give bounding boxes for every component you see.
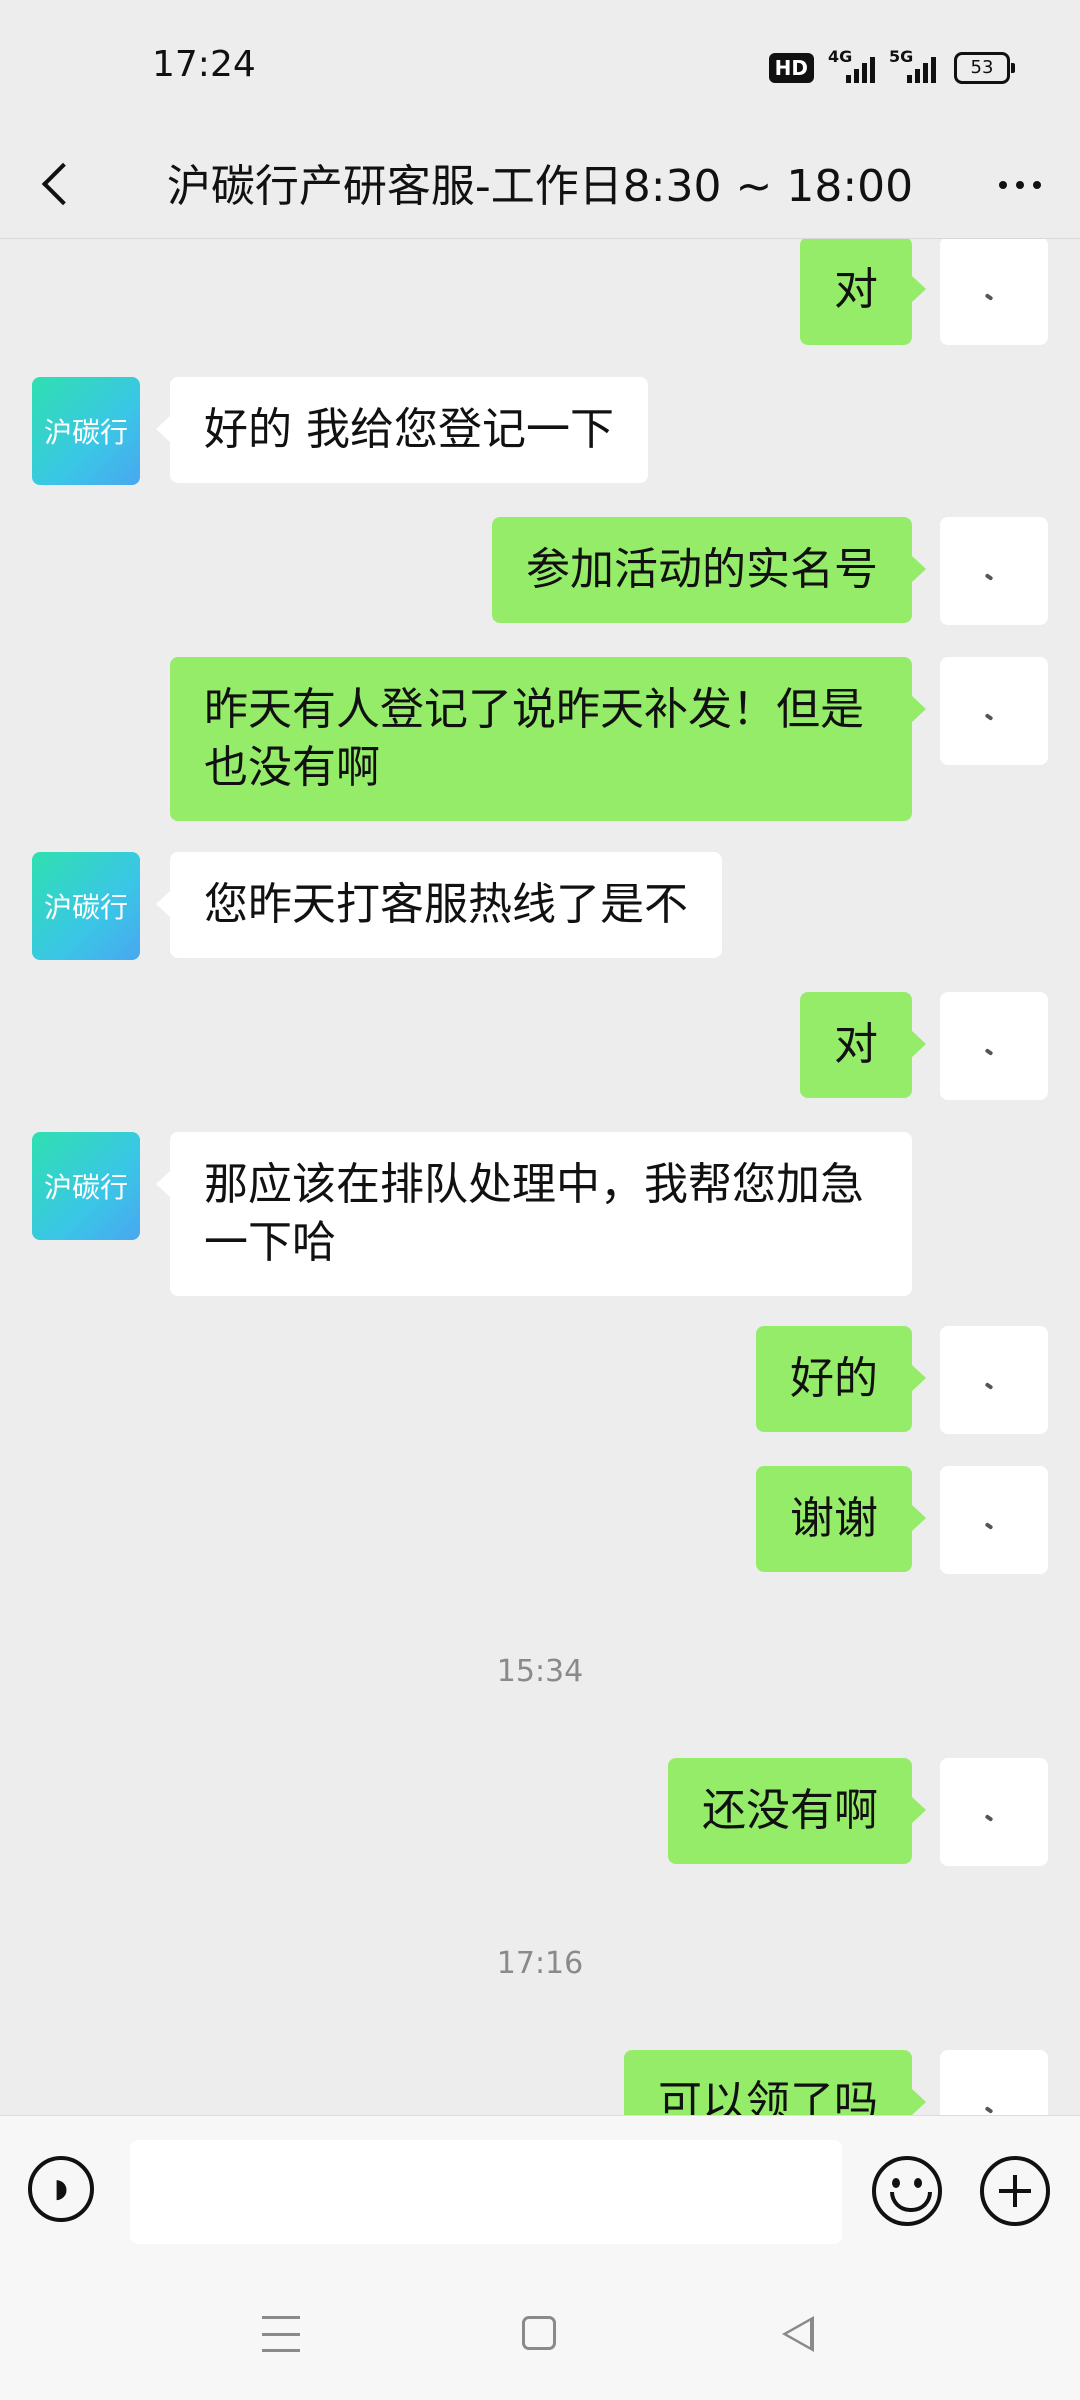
voice-icon[interactable]: ◗ bbox=[28, 2156, 94, 2222]
signal-5g-icon: 5G bbox=[889, 47, 936, 83]
more-dots-icon bbox=[999, 181, 1007, 189]
received-message[interactable]: 好的 我给您登记一下 bbox=[156, 377, 648, 483]
system-nav-bar bbox=[0, 2276, 1080, 2400]
my-avatar[interactable] bbox=[940, 239, 1048, 345]
received-message[interactable]: 那应该在排队处理中，我帮您加急一下哈 bbox=[156, 1132, 912, 1296]
hd-icon: HD bbox=[768, 53, 814, 83]
plus-icon[interactable] bbox=[980, 2156, 1050, 2226]
my-avatar[interactable] bbox=[940, 657, 1048, 765]
home-icon[interactable] bbox=[522, 2316, 556, 2350]
status-icons: HD 4G 5G 53 bbox=[768, 47, 1015, 88]
sent-message[interactable]: 可以领了吗 bbox=[624, 2050, 926, 2115]
service-avatar[interactable]: 沪碳行 bbox=[32, 1132, 140, 1240]
my-avatar[interactable] bbox=[940, 992, 1048, 1100]
received-message[interactable]: 您昨天打客服热线了是不 bbox=[156, 852, 722, 958]
my-avatar[interactable] bbox=[940, 1326, 1048, 1434]
sent-message[interactable]: 对 bbox=[800, 992, 926, 1098]
battery-icon: 53 bbox=[954, 52, 1015, 84]
sent-message[interactable]: 昨天有人登记了说昨天补发！但是也没有啊 bbox=[170, 657, 926, 821]
back-triangle-icon[interactable] bbox=[782, 2316, 814, 2352]
chat-header: 沪碳行产研客服-工作日8:30 ~ 18:00 bbox=[0, 130, 1080, 238]
message-input[interactable] bbox=[130, 2140, 842, 2244]
message-list[interactable]: 对 沪碳行 好的 我给您登记一下 参加活动的实名号 昨天有人登记了说昨天补发！但… bbox=[0, 239, 1080, 2115]
emoji-icon[interactable] bbox=[872, 2156, 942, 2226]
service-avatar[interactable]: 沪碳行 bbox=[32, 377, 140, 485]
my-avatar[interactable] bbox=[940, 1466, 1048, 1574]
sent-message[interactable]: 参加活动的实名号 bbox=[492, 517, 926, 623]
sent-message[interactable]: 对 bbox=[800, 239, 926, 345]
my-avatar[interactable] bbox=[940, 2050, 1048, 2115]
message-timestamp: 17:16 bbox=[496, 1946, 584, 1981]
status-time: 17:24 bbox=[152, 44, 256, 85]
signal-5g-label: 5G bbox=[889, 47, 914, 66]
sent-message[interactable]: 还没有啊 bbox=[668, 1758, 926, 1864]
more-button[interactable] bbox=[990, 160, 1050, 210]
message-timestamp: 15:34 bbox=[496, 1654, 584, 1689]
chat-title: 沪碳行产研客服-工作日8:30 ~ 18:00 bbox=[166, 161, 914, 212]
status-bar: 17:24 HD 4G 5G 53 bbox=[0, 0, 1080, 130]
signal-4g-label: 4G bbox=[828, 47, 853, 66]
sent-message[interactable]: 好的 bbox=[756, 1326, 926, 1432]
my-avatar[interactable] bbox=[940, 517, 1048, 625]
sent-message[interactable]: 谢谢 bbox=[756, 1466, 926, 1572]
signal-4g-icon: 4G bbox=[828, 47, 875, 83]
my-avatar[interactable] bbox=[940, 1758, 1048, 1866]
menu-icon[interactable] bbox=[262, 2316, 300, 2352]
input-bar: ◗ bbox=[0, 2115, 1080, 2276]
service-avatar[interactable]: 沪碳行 bbox=[32, 852, 140, 960]
